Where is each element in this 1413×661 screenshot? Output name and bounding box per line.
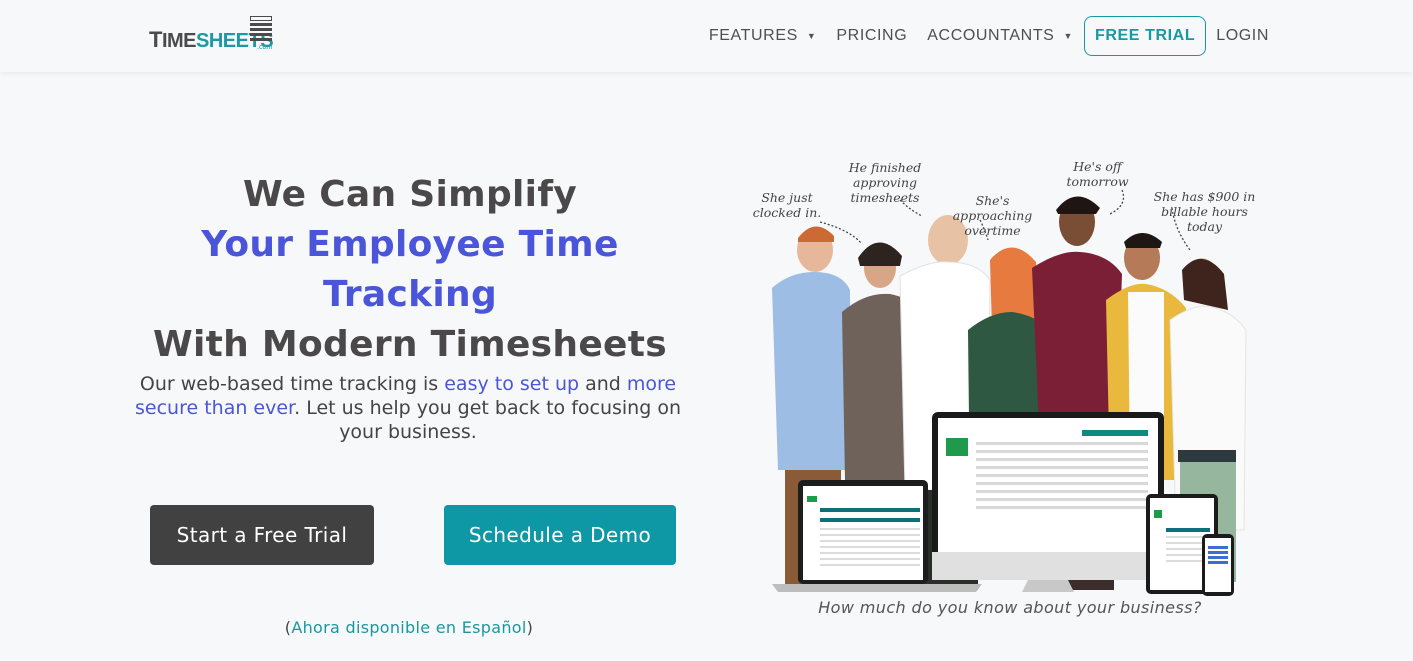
logo-suffix: .com <box>257 44 273 51</box>
desktop-monitor <box>932 412 1164 592</box>
timesheet-document-icon <box>250 16 274 44</box>
nav-free-trial-button[interactable]: FREE TRIAL <box>1083 16 1207 56</box>
spanish-link[interactable]: Ahora disponible en Español <box>291 618 526 637</box>
annotation-approving-timesheets: He finished approving timesheets <box>848 160 922 205</box>
hero-title: We Can Simplify Your Employee Time Track… <box>152 174 668 365</box>
schedule-demo-button[interactable]: Schedule a Demo <box>444 505 676 565</box>
hero-illustration: She just clocked in. He finished approvi… <box>750 150 1270 600</box>
main-nav: FEATURES ▼ PRICING ACCOUNTANTS ▼ FREE TR… <box>709 16 1269 56</box>
illustration-caption: How much do you know about your business… <box>818 598 1202 617</box>
site-header: TIMESHEETS .com FEATURES ▼ PRICING ACCOU… <box>0 0 1413 72</box>
nav-accountants[interactable]: ACCOUNTANTS ▼ <box>927 27 1073 45</box>
timesheets-logo[interactable]: TIMESHEETS .com <box>149 16 275 54</box>
annotation-approaching-overtime: She's approaching overtime <box>952 193 1033 238</box>
caret-down-icon: ▼ <box>806 31 817 41</box>
annotation-off-tomorrow: He's off tomorrow <box>1066 159 1129 189</box>
annotation-billable-hours: She has $900 in billable hours today <box>1153 189 1256 234</box>
phone <box>1202 534 1234 596</box>
spanish-availability: (Ahora disponible en Español) <box>284 618 534 637</box>
annotation-clocked-in: She just clocked in. <box>752 190 822 220</box>
nav-features[interactable]: FEATURES ▼ <box>709 27 816 45</box>
nav-pricing[interactable]: PRICING <box>836 27 907 45</box>
caret-down-icon: ▼ <box>1063 31 1073 41</box>
nav-login[interactable]: LOGIN <box>1216 27 1269 45</box>
start-free-trial-button[interactable]: Start a Free Trial <box>150 505 374 565</box>
arrow-4 <box>1109 189 1125 215</box>
hero-subtitle: Our web-based time tracking is easy to s… <box>135 373 681 443</box>
